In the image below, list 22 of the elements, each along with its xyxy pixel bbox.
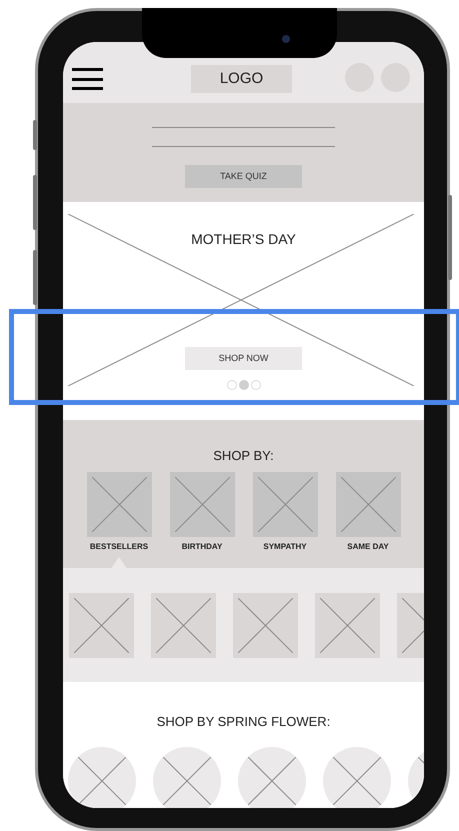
category-tab[interactable]: SYMPATHY bbox=[252, 472, 318, 552]
product-image-placeholder[interactable] bbox=[69, 593, 134, 658]
category-image-placeholder bbox=[336, 472, 400, 536]
category-label: SYMPATHY bbox=[263, 540, 307, 552]
menu-icon[interactable] bbox=[72, 68, 103, 90]
category-label: BESTSELLERS bbox=[90, 540, 148, 552]
shop-now-button[interactable]: SHOP NOW bbox=[185, 347, 302, 370]
category-tab[interactable]: SAME DAY bbox=[335, 472, 401, 552]
quiz-button[interactable]: TAKE QUIZ bbox=[185, 165, 302, 188]
category-image-placeholder bbox=[252, 472, 318, 536]
product-image-placeholder[interactable] bbox=[151, 593, 216, 658]
category-tab[interactable]: BIRTHDAY bbox=[169, 472, 235, 552]
section-title: SHOP BY: bbox=[213, 447, 274, 465]
category-image-placeholder bbox=[86, 472, 152, 536]
category-label: BIRTHDAY bbox=[182, 540, 222, 552]
category-label: SAME DAY bbox=[347, 540, 389, 552]
section-title: SHOP BY SPRING FLOWER: bbox=[156, 713, 330, 731]
product-image-placeholder[interactable] bbox=[233, 593, 298, 658]
category-image-placeholder bbox=[170, 472, 234, 536]
logo-placeholder[interactable]: LOGO bbox=[191, 65, 292, 93]
hero-title: MOTHER’S DAY bbox=[191, 230, 296, 249]
product-image-placeholder[interactable] bbox=[315, 593, 380, 658]
